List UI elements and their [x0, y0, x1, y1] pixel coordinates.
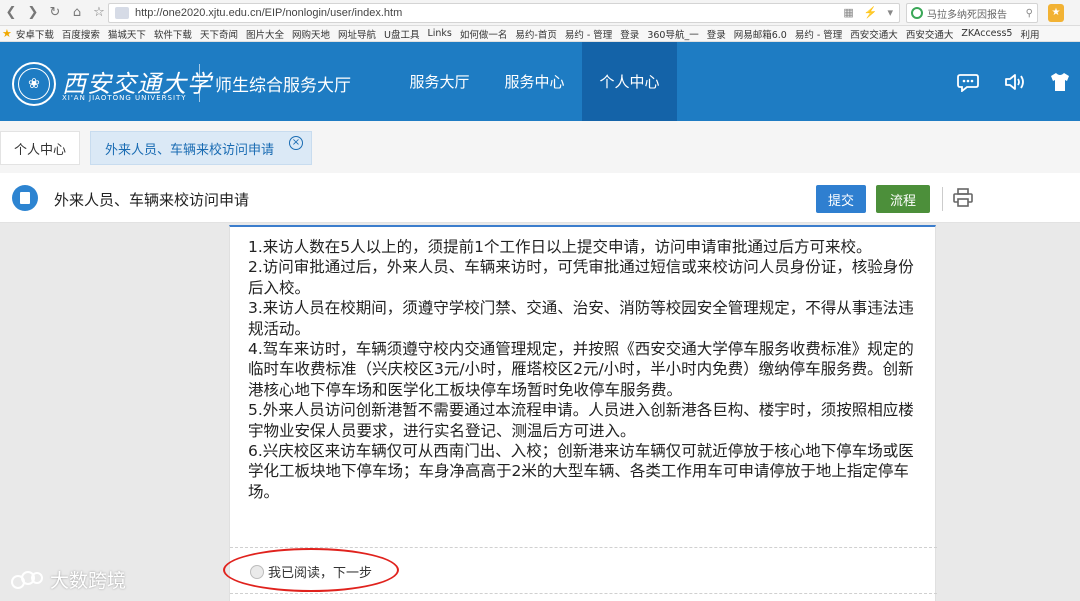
tab-bar: 个人中心 外来人员、车辆来校访问申请 ×: [0, 121, 1080, 173]
submit-button[interactable]: 提交: [816, 185, 866, 213]
app-header: ❀ 西安交通大学 XI'AN JIAOTONG UNIVERSITY 师生综合服…: [0, 42, 1080, 121]
bookmark[interactable]: 易约 - 管理: [795, 27, 842, 41]
bookmark[interactable]: 百度搜索: [62, 27, 100, 41]
favorite-icon[interactable]: ☆: [88, 2, 110, 24]
bookmark-star-icon[interactable]: ★: [2, 27, 12, 40]
browser-toolbar: ❮ ❯ ↻ ⌂ ☆ http://one2020.xjtu.edu.cn/EIP…: [0, 0, 1080, 26]
search-engine-icon: [911, 7, 923, 19]
forward-icon[interactable]: ❯: [22, 2, 44, 24]
home-icon[interactable]: ⌂: [66, 2, 88, 24]
reload-icon[interactable]: ↻: [44, 2, 66, 24]
bookmark[interactable]: 西安交通大: [850, 27, 898, 41]
bookmark[interactable]: Links: [427, 28, 451, 39]
document-icon: [12, 185, 38, 211]
notice-item: 5.外来人员访问创新港暂不需要通过本流程申请。人员进入创新港各巨构、楼宇时，须按…: [248, 401, 914, 440]
nav-service-hall[interactable]: 服务大厅: [392, 42, 487, 121]
extension-icon[interactable]: ★: [1048, 4, 1064, 22]
seal-inner: ❀: [18, 68, 50, 100]
bookmark[interactable]: 天下奇闻: [200, 27, 238, 41]
tab-visitor-application[interactable]: 外来人员、车辆来校访问申请 ×: [90, 131, 312, 165]
top-nav: 服务大厅 服务中心 个人中心: [392, 42, 677, 121]
watermark: 大数跨境: [10, 566, 126, 593]
tab-label: 外来人员、车辆来校访问申请: [105, 142, 275, 158]
speaker-icon[interactable]: [1004, 72, 1026, 92]
nav-personal-center[interactable]: 个人中心: [582, 42, 677, 121]
bookmark[interactable]: 如何做一名: [460, 27, 508, 41]
notice-item: 4.驾车来访时，车辆须遵守校内交通管理规定，并按照《西安交通大学停车服务收费标准…: [248, 340, 914, 399]
grid-icon[interactable]: ▦: [843, 6, 853, 19]
notice-panel: 1.来访人数在5人以上的，须提前1个工作日以上提交申请，访问申请审批通过后方可来…: [229, 225, 937, 601]
address-bar-actions: ▦ ⚡ ▾: [843, 6, 893, 19]
print-icon[interactable]: [952, 188, 974, 208]
watermark-logo-icon: [11, 570, 43, 589]
notice-item: 1.来访人数在5人以上的，须提前1个工作日以上提交申请，访问申请审批通过后方可来…: [248, 238, 872, 256]
bookmark[interactable]: 利用: [1020, 27, 1039, 41]
notice-text: 1.来访人数在5人以上的，须提前1个工作日以上提交申请，访问申请审批通过后方可来…: [248, 237, 924, 502]
search-icon[interactable]: ⚲: [1026, 8, 1033, 19]
notice-item: 6.兴庆校区来访车辆仅可从西南门出、入校；创新港来访车辆仅可就近停放于核心地下停…: [248, 442, 914, 501]
page-title: 外来人员、车辆来校访问申请: [54, 191, 250, 209]
lightning-icon[interactable]: ⚡: [864, 6, 878, 19]
bookmarks-bar: ★ 安卓下载 百度搜索 猫城天下 软件下载 天下奇闻 图片大全 网购天地 网址导…: [0, 26, 1080, 42]
bookmark[interactable]: 网购天地: [292, 27, 330, 41]
notice-item: 2.访问审批通过后，外来人员、车辆来访时，可凭审批通过短信或来校访问人员身份证，…: [248, 258, 914, 297]
divider: [230, 547, 937, 548]
bookmark[interactable]: 软件下载: [154, 27, 192, 41]
site-icon: [115, 7, 129, 19]
page-title-bar: 外来人员、车辆来校访问申请 提交 流程: [0, 173, 1080, 223]
divider: [230, 593, 937, 594]
search-text: 马拉多纳死因报告: [927, 9, 1007, 21]
watermark-text: 大数跨境: [50, 570, 127, 592]
back-icon[interactable]: ❮: [0, 2, 22, 24]
chat-icon[interactable]: [957, 72, 979, 92]
dropdown-icon[interactable]: ▾: [887, 6, 893, 19]
bookmark[interactable]: U盘工具: [384, 27, 419, 41]
notice-item: 3.来访人员在校期间，须遵守学校门禁、交通、治安、消防等校园安全管理规定，不得从…: [248, 299, 914, 338]
bookmark[interactable]: 猫城天下: [108, 27, 146, 41]
bookmark[interactable]: 登录: [620, 27, 639, 41]
bookmark[interactable]: 易约 - 管理: [565, 27, 612, 41]
university-logo-english: XI'AN JIAOTONG UNIVERSITY: [62, 94, 187, 102]
toolbar-divider: [942, 187, 943, 211]
close-icon[interactable]: ×: [289, 136, 303, 150]
address-bar[interactable]: http://one2020.xjtu.edu.cn/EIP/nonlogin/…: [108, 3, 900, 23]
bookmark[interactable]: ZKAccess5: [961, 28, 1012, 39]
header-divider: [199, 64, 200, 102]
bookmark[interactable]: 安卓下载: [16, 27, 54, 41]
tab-personal-center[interactable]: 个人中心: [0, 131, 80, 165]
url-text: http://one2020.xjtu.edu.cn/EIP/nonlogin/…: [135, 7, 403, 19]
bookmark[interactable]: 西安交通大: [906, 27, 954, 41]
flow-button[interactable]: 流程: [876, 185, 930, 213]
nav-service-center[interactable]: 服务中心: [487, 42, 582, 121]
system-title: 师生综合服务大厅: [215, 76, 351, 96]
bookmark[interactable]: 易约-首页: [515, 27, 556, 41]
bookmark[interactable]: 图片大全: [246, 27, 284, 41]
bookmark[interactable]: 网址导航: [338, 27, 376, 41]
bookmark[interactable]: 360导航_一: [647, 27, 698, 41]
bookmark[interactable]: 网易邮箱6.0: [734, 27, 787, 41]
annotation-highlight: [223, 548, 399, 592]
bookmark[interactable]: 登录: [707, 27, 726, 41]
shirt-icon[interactable]: [1049, 72, 1071, 92]
browser-search-input[interactable]: 马拉多纳死因报告 ⚲: [906, 3, 1038, 23]
university-seal-icon: ❀: [12, 62, 56, 106]
